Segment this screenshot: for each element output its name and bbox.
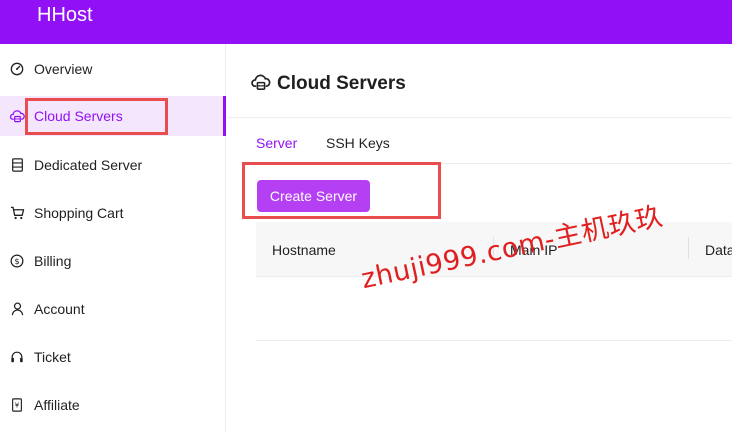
column-divider [688,237,689,259]
sidebar-item-label: Shopping Cart [34,205,124,221]
page-header: Cloud Servers [251,72,406,96]
svg-text:¥: ¥ [15,402,20,410]
cloud-server-icon [9,108,25,124]
header-divider [227,117,732,118]
sidebar-item-label: Account [34,301,85,317]
sidebar-item-billing[interactable]: $ Billing [0,241,226,281]
sidebar-item-label: Overview [34,61,93,77]
sidebar-item-label: Affiliate [34,397,80,413]
tab-divider [256,163,732,164]
sidebar-item-dedicated-server[interactable]: Dedicated Server [0,145,226,185]
sidebar-item-account[interactable]: Account [0,289,226,329]
tab-server[interactable]: Server [256,134,297,152]
sidebar-item-label: Dedicated Server [34,157,143,173]
headset-icon [9,349,25,365]
svg-text:$: $ [14,256,19,266]
sidebar-item-label: Ticket [34,349,71,365]
sidebar-item-affiliate[interactable]: ¥ Affiliate [0,385,226,425]
sidebar-item-overview[interactable]: Overview [0,49,226,89]
cloud-server-icon [251,73,271,96]
top-bar: HHost [0,0,732,44]
page-title: Cloud Servers [277,73,406,94]
column-header-data[interactable]: Data [705,241,732,259]
sidebar-item-ticket[interactable]: Ticket [0,337,226,377]
shopping-cart-icon [9,205,25,221]
sidebar-item-cloud-servers[interactable]: Cloud Servers [0,96,226,136]
user-icon [9,301,25,317]
column-header-hostname[interactable]: Hostname [272,241,336,259]
brand-logo-text[interactable]: HHost [37,3,93,27]
tab-ssh-keys[interactable]: SSH Keys [326,134,390,152]
affiliate-document-icon: ¥ [9,397,25,413]
create-server-button[interactable]: Create Server [257,180,370,212]
sidebar: Overview Cloud Servers Dedicated Server … [0,44,226,432]
server-rack-icon [9,157,25,173]
sidebar-item-label: Cloud Servers [34,108,123,124]
sidebar-item-shopping-cart[interactable]: Shopping Cart [0,193,226,233]
table-body-empty [256,277,732,341]
dashboard-gauge-icon [9,61,25,77]
dollar-circle-icon: $ [9,253,25,269]
sidebar-item-label: Billing [34,253,72,269]
